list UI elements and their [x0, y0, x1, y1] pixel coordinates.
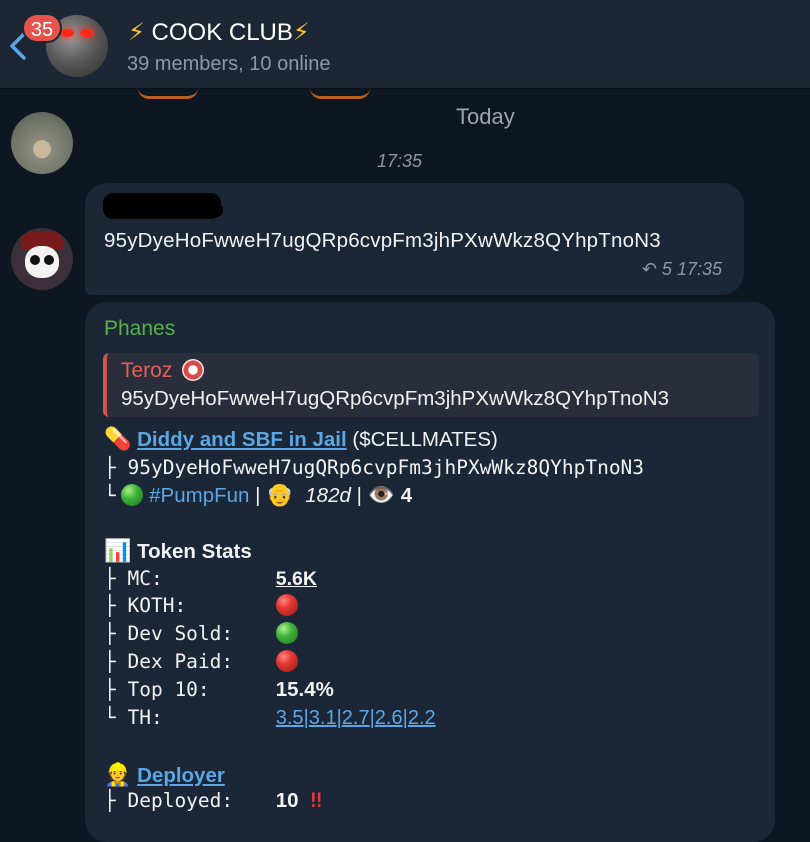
platform-hashtag-link[interactable]: #PumpFun: [149, 484, 249, 507]
green-circle-icon: [121, 484, 144, 506]
holder-link[interactable]: 2.7: [342, 707, 370, 729]
reply-author: Teroz: [121, 359, 205, 383]
reply-text: 95yDyeHoFwweH7ugQRp6cvpFm3jhPXwWkz8QYhpT…: [121, 387, 670, 410]
deployed-count: 10: [275, 789, 299, 812]
message-time: 17:35: [676, 259, 722, 279]
worker-icon: 👷: [104, 762, 132, 787]
red-circle-icon: [275, 594, 298, 616]
sender-name[interactable]: Phanes: [104, 317, 175, 341]
top10-value: 15.4%: [275, 678, 334, 701]
group-title-text: COOK CLUB: [144, 19, 293, 46]
face-icon: 👴: [266, 482, 294, 507]
user-avatar[interactable]: [11, 112, 73, 174]
token-stats-heading: 📊 Token Stats: [104, 538, 252, 563]
stat-row-koth: ├ KOTH:: [104, 594, 298, 617]
date-separator: Today: [456, 104, 515, 129]
token-name-link[interactable]: Diddy and SBF in Jail: [137, 428, 347, 451]
partial-image-edge: [310, 88, 370, 99]
user-avatar[interactable]: [11, 228, 73, 290]
view-count: 4: [400, 484, 413, 507]
holder-link[interactable]: 3.5: [276, 707, 304, 729]
holder-link[interactable]: 3.1: [309, 707, 337, 729]
holder-link[interactable]: 2.2: [408, 707, 436, 729]
token-meta-row: └ #PumpFun | 👴 182d | 👁️ 4: [104, 482, 413, 507]
redacted-sender-name: [175, 203, 223, 217]
message-bubble[interactable]: 95yDyeHoFwweH7ugQRp6cvpFm3jhPXwWkz8QYhpT…: [85, 183, 744, 295]
stat-row-deployed: ├ Deployed: 10 ‼: [104, 789, 323, 812]
stat-row-th: └ TH: 3.5|3.1|2.7|2.6|2.2: [104, 706, 436, 729]
token-ticker: ($CELLMATES): [346, 428, 498, 451]
group-title[interactable]: ⚡ COOK CLUB⚡: [128, 18, 310, 47]
message-text: 95yDyeHoFwweH7ugQRp6cvpFm3jhPXwWkz8QYhpT…: [104, 229, 661, 252]
token-age: 182d: [305, 484, 351, 507]
pill-icon: 💊: [104, 426, 132, 451]
forward-icon: ↶: [641, 259, 657, 279]
token-title-row: 💊 Diddy and SBF in Jail ($CELLMATES): [104, 426, 498, 452]
market-cap-link[interactable]: 5.6K: [276, 568, 317, 590]
token-address: ├ 95yDyeHoFwweH7ugQRp6cvpFm3jhPXwWkz8QYh…: [104, 456, 645, 479]
deployer-heading: 👷 Deployer: [104, 762, 225, 788]
deployer-link[interactable]: Deployer: [137, 764, 225, 787]
badge-icon: [182, 359, 205, 381]
lightning-icon: ⚡: [128, 19, 145, 46]
chat-header: 35 ⚡ COOK CLUB⚡ 39 members, 10 online: [0, 0, 810, 89]
eye-icon: 👁️: [367, 482, 395, 507]
holder-link[interactable]: 2.6: [375, 707, 403, 729]
chart-icon: 📊: [104, 538, 132, 563]
double-exclamation-icon: ‼: [310, 789, 323, 812]
red-circle-icon: [275, 650, 298, 672]
time-separator: 17:35: [377, 151, 423, 171]
forward-count: 5: [661, 259, 672, 279]
stat-row-top10: ├ Top 10: 15.4%: [104, 678, 334, 701]
stat-row-dex-paid: ├ Dex Paid:: [104, 650, 298, 673]
reply-preview[interactable]: Teroz 95yDyeHoFwweH7ugQRp6cvpFm3jhPXwWkz…: [103, 353, 759, 417]
stat-row-dev-sold: ├ Dev Sold:: [104, 622, 298, 645]
message-bubble[interactable]: Phanes Teroz 95yDyeHoFwweH7ugQRp6cvpFm3j…: [85, 302, 775, 842]
unread-count-badge[interactable]: 35: [22, 13, 62, 43]
group-member-status: 39 members, 10 online: [127, 53, 331, 75]
top-holders-links: 3.5|3.1|2.7|2.6|2.2: [275, 707, 436, 729]
green-circle-icon: [275, 622, 298, 644]
message-meta: ↶ 5 17:35: [642, 259, 722, 280]
partial-image-edge: [138, 88, 198, 99]
stat-row-mc: ├ MC: 5.6K: [104, 567, 317, 590]
lightning-icon: ⚡: [292, 19, 310, 46]
